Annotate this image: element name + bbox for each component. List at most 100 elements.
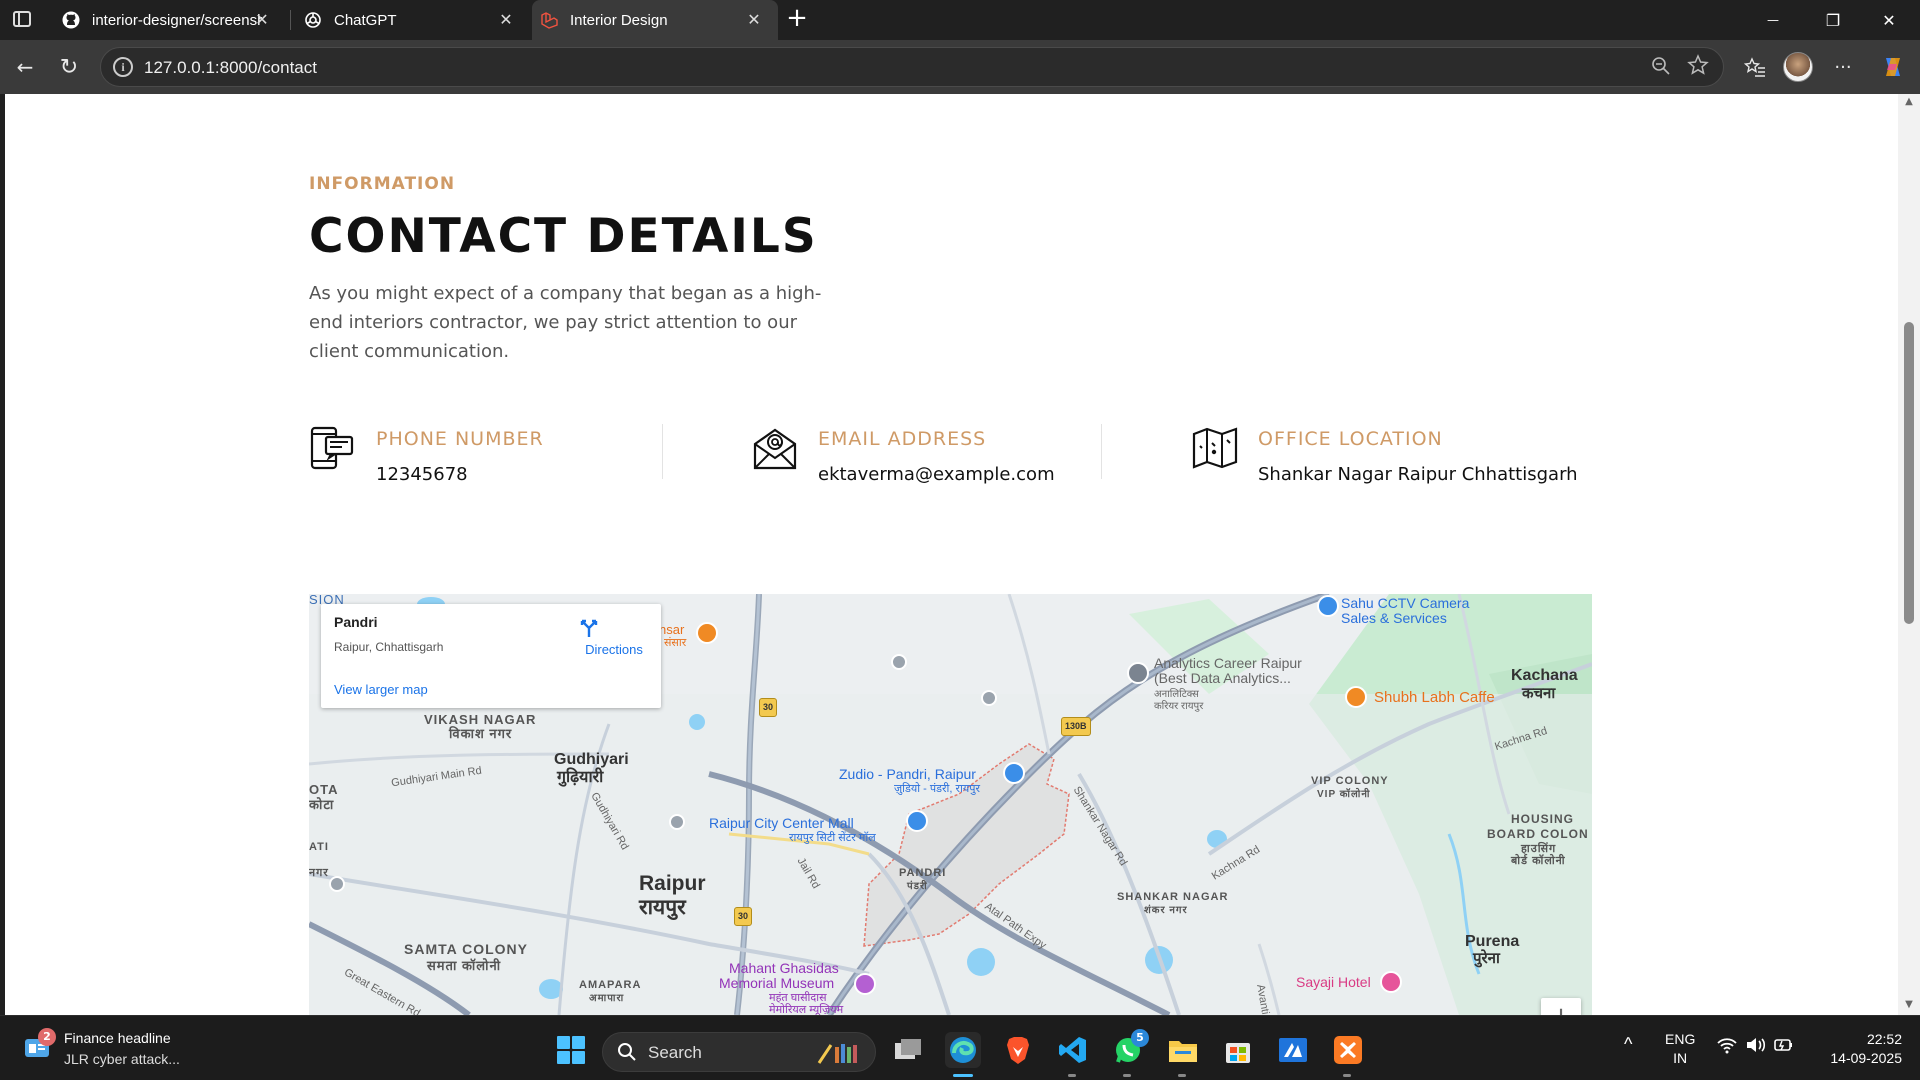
- scroll-down-arrow-icon[interactable]: ▼: [1903, 999, 1915, 1010]
- page-title: CONTACT DETAILS: [309, 209, 818, 264]
- museum-pin-icon[interactable]: [854, 973, 876, 995]
- file-explorer-icon[interactable]: [1165, 1032, 1201, 1068]
- edge-browser-icon[interactable]: [945, 1032, 981, 1068]
- map-label: (Best Data Analytics...: [1154, 670, 1291, 686]
- browser-toolbar: ← ↻ i 127.0.0.1:8000/contact ···: [0, 40, 1920, 94]
- contact-text: EMAIL ADDRESS ektaverma@example.com: [818, 424, 1055, 494]
- tab-chatgpt[interactable]: ChatGPT ✕: [292, 0, 530, 40]
- map-label: गुढ़ियारी: [557, 769, 604, 786]
- copilot-icon[interactable]: [1876, 50, 1910, 84]
- directions-button[interactable]: Directions: [579, 618, 649, 657]
- map-label: Gudhiyari: [554, 751, 629, 768]
- new-tab-button[interactable]: +: [783, 3, 811, 35]
- map-label: VIP कॉलोनी: [1317, 789, 1371, 800]
- active-app-indicator: [953, 1074, 973, 1077]
- contact-value[interactable]: 12345678: [376, 464, 544, 485]
- task-view-icon[interactable]: [890, 1032, 926, 1068]
- site-info-icon[interactable]: i: [113, 57, 133, 77]
- place-pin-icon[interactable]: [669, 814, 685, 830]
- highway-shield: 30: [759, 698, 778, 717]
- xampp-icon[interactable]: [1330, 1032, 1366, 1068]
- show-hidden-icons-button[interactable]: ^: [1624, 1034, 1632, 1055]
- minimize-button[interactable]: —: [1746, 0, 1800, 40]
- close-tab-icon[interactable]: ✕: [252, 10, 272, 30]
- map-label: करियर रायपुर: [1154, 701, 1204, 712]
- close-tab-icon[interactable]: ✕: [496, 10, 516, 30]
- map-label: Mahant Ghasidas: [729, 960, 839, 976]
- tab-interior-design[interactable]: Interior Design ✕: [532, 0, 778, 40]
- shopping-pin-icon[interactable]: [1317, 595, 1339, 617]
- place-pin-icon[interactable]: [891, 654, 907, 670]
- restore-button[interactable]: ❐: [1806, 0, 1860, 40]
- shopping-pin-icon[interactable]: [906, 810, 928, 832]
- embedded-map[interactable]: SION VIKASH NAGAR विकाश नगर Gudhiyari गु…: [309, 594, 1592, 1015]
- tab-title: interior-designer/screenshorts/Sc: [92, 11, 262, 29]
- place-pin-icon[interactable]: [329, 876, 345, 892]
- microsoft-store-icon[interactable]: [1220, 1032, 1256, 1068]
- battery-icon[interactable]: [1773, 1036, 1795, 1058]
- restaurant-pin-icon[interactable]: [696, 622, 718, 644]
- map-label: नगर: [309, 867, 329, 879]
- map-label: Sahu CCTV Camera: [1341, 595, 1470, 611]
- profile-avatar[interactable]: [1781, 50, 1815, 84]
- map-place-card: Pandri Raipur, Chhattisgarh View larger …: [321, 604, 661, 708]
- directions-icon: [580, 618, 624, 638]
- hotel-pin-icon[interactable]: [1380, 971, 1402, 993]
- wifi-icon[interactable]: [1716, 1036, 1738, 1058]
- chatgpt-icon: [304, 11, 322, 29]
- brave-browser-icon[interactable]: [1000, 1032, 1036, 1068]
- news-headline-subtitle[interactable]: JLR cyber attack...: [64, 1051, 180, 1067]
- open-app-indicator: [1123, 1074, 1131, 1077]
- notification-badge: 2: [38, 1028, 56, 1046]
- favorite-star-icon[interactable]: [1687, 54, 1709, 81]
- news-headline-title[interactable]: Finance headline: [64, 1030, 171, 1046]
- zoom-icon[interactable]: [1651, 56, 1671, 81]
- clock-time: 22:52: [1866, 1031, 1902, 1047]
- windows-start-icon[interactable]: [557, 1036, 585, 1064]
- education-pin-icon[interactable]: [1127, 662, 1149, 684]
- taskbar-search[interactable]: Search: [602, 1032, 876, 1072]
- page-viewport: INFORMATION CONTACT DETAILS As you might…: [5, 94, 1898, 1015]
- url-text[interactable]: 127.0.0.1:8000/contact: [144, 58, 317, 78]
- map-label: अमापारा: [589, 993, 625, 1004]
- map-label: बोर्ड कॉलोनी: [1511, 855, 1566, 867]
- map-zoom-in-button[interactable]: +: [1541, 998, 1581, 1015]
- shopping-pin-icon[interactable]: [1003, 762, 1025, 784]
- reload-icon[interactable]: ↻: [52, 50, 86, 84]
- system-clock[interactable]: 22:52 14-09-2025: [1812, 1030, 1902, 1068]
- open-app-indicator: [1068, 1074, 1076, 1077]
- language-code: ENG: [1665, 1031, 1696, 1047]
- vscode-icon[interactable]: [1055, 1032, 1091, 1068]
- cafe-pin-icon[interactable]: [1345, 686, 1367, 708]
- scroll-up-arrow-icon[interactable]: ▲: [1903, 96, 1915, 107]
- tab-github[interactable]: interior-designer/screenshorts/Sc ✕: [50, 0, 286, 40]
- map-label: Memorial Museum: [719, 975, 835, 991]
- close-tab-icon[interactable]: ✕: [744, 10, 764, 30]
- tab-title: Interior Design: [570, 11, 668, 29]
- back-icon[interactable]: ←: [8, 50, 42, 84]
- contact-label: EMAIL ADDRESS: [818, 428, 987, 450]
- contact-value[interactable]: ektaverma@example.com: [818, 464, 1055, 485]
- contact-card-phone: PHONE NUMBER 12345678: [309, 424, 544, 494]
- contact-value[interactable]: Shankar Nagar Raipur Chhattisgarh: [1258, 464, 1578, 485]
- scrollbar-thumb[interactable]: [1904, 322, 1914, 624]
- azure-data-studio-icon[interactable]: [1275, 1032, 1311, 1068]
- place-pin-icon[interactable]: [981, 690, 997, 706]
- close-window-button[interactable]: ✕: [1862, 0, 1916, 40]
- contact-card-location: OFFICE LOCATION Shankar Nagar Raipur Chh…: [1191, 424, 1578, 494]
- favorites-icon[interactable]: [1738, 50, 1772, 84]
- view-larger-map-link[interactable]: View larger map: [334, 682, 428, 697]
- whatsapp-badge: 5: [1131, 1029, 1149, 1047]
- map-label: पुरेना: [1473, 950, 1500, 967]
- highway-shield: 130B: [1061, 717, 1091, 736]
- page-scrollbar[interactable]: ▲ ▼: [1898, 94, 1920, 1015]
- map-label: ATI: [309, 841, 329, 853]
- settings-more-icon[interactable]: ···: [1826, 50, 1860, 84]
- address-bar[interactable]: i 127.0.0.1:8000/contact: [100, 47, 1724, 87]
- contact-text: PHONE NUMBER 12345678: [376, 424, 544, 494]
- volume-icon[interactable]: [1745, 1036, 1767, 1058]
- tab-actions-icon[interactable]: [13, 11, 31, 27]
- map-label: VIKASH NAGAR: [424, 712, 537, 727]
- map-label: ज़ुडियो - पंडरी, रायपुर: [894, 783, 980, 795]
- language-indicator[interactable]: ENG IN: [1665, 1030, 1695, 1068]
